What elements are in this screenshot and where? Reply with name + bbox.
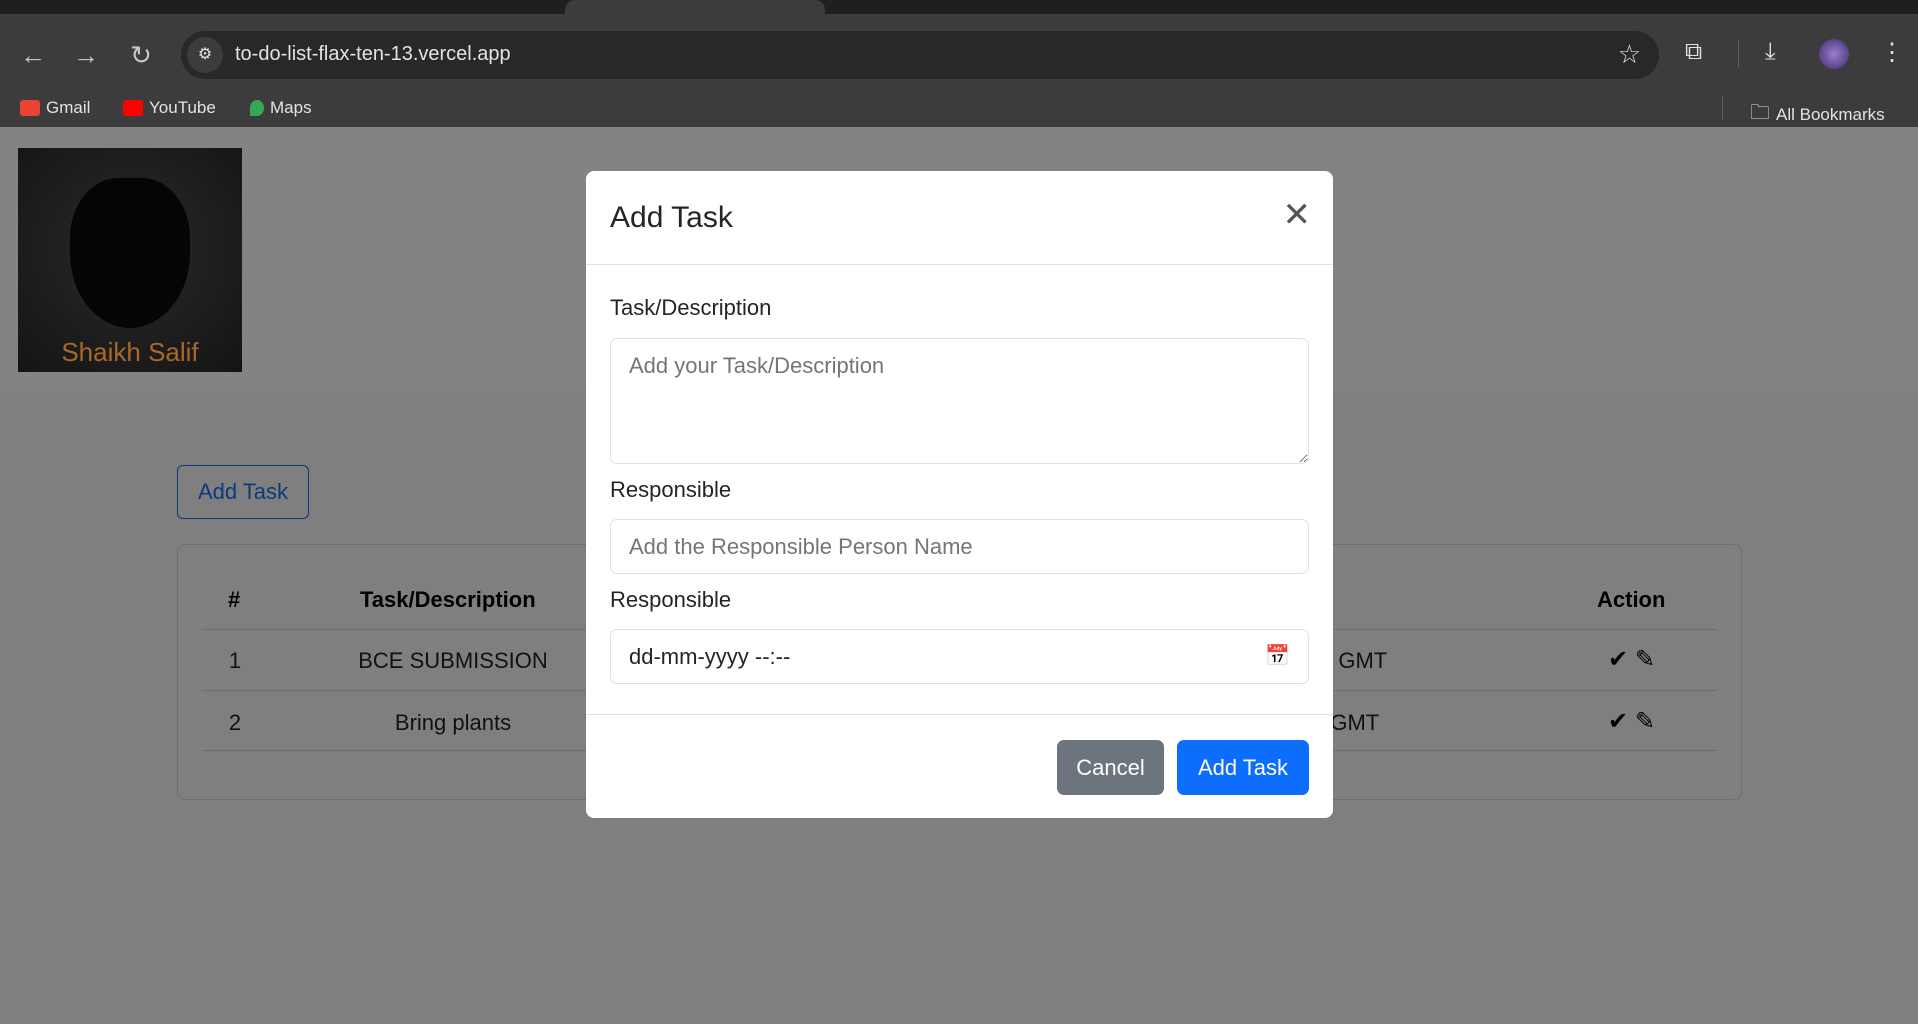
avatar[interactable] (1819, 39, 1849, 69)
divider (586, 714, 1333, 715)
add-task-button[interactable]: Add Task (177, 465, 309, 519)
row-number: 2 (228, 710, 242, 735)
edit-icon[interactable]: ✎ (1635, 645, 1655, 674)
address-bar[interactable]: ⚙ to-do-list-flax-ten-13.vercel.app ☆ (181, 31, 1659, 79)
date-input[interactable]: dd-mm-yyyy --:-- 📅 (610, 629, 1309, 684)
row-task: Bring plants (394, 710, 512, 735)
bookmark-label: All Bookmarks (1776, 105, 1885, 124)
gmail-icon (20, 100, 40, 116)
bookmark-label: YouTube (149, 98, 216, 117)
browser-toolbar: ← → ↻ ⚙ to-do-list-flax-ten-13.vercel.ap… (0, 14, 1918, 127)
row-task: BCE SUBMISSION (358, 648, 548, 673)
row-number: 1 (228, 648, 242, 673)
bookmark-label: Maps (270, 98, 312, 117)
task-description-input[interactable] (610, 338, 1309, 464)
responsible-label: Responsible (610, 477, 732, 502)
submit-add-task-button[interactable]: Add Task (1177, 740, 1309, 795)
url-text[interactable]: to-do-list-flax-ten-13.vercel.app (235, 43, 511, 66)
date-value: dd-mm-yyyy --:-- (629, 644, 791, 669)
back-icon[interactable]: ← (16, 40, 50, 71)
task-label: Task/Description (610, 295, 772, 320)
bookmark-gmail[interactable]: Gmail (20, 98, 90, 118)
download-icon[interactable]: ⤓ (1765, 38, 1776, 66)
add-task-modal: Add Task ✕ Task/Description Responsible … (586, 171, 1333, 818)
calendar-icon[interactable]: 📅 (1265, 630, 1290, 683)
date-label: Responsible (610, 587, 732, 612)
col-header-task: Task/Description (360, 587, 536, 612)
edit-icon[interactable]: ✎ (1635, 707, 1655, 736)
site-info-icon[interactable]: ⚙ (187, 37, 223, 73)
extensions-icon[interactable]: ⧉ (1685, 38, 1702, 66)
logo: Shaikh Salif (18, 148, 242, 372)
complete-check-icon[interactable]: ✔ (1608, 707, 1628, 736)
reload-icon[interactable]: ↻ (124, 40, 158, 71)
divider (1738, 40, 1739, 68)
complete-check-icon[interactable]: ✔ (1608, 645, 1628, 674)
cancel-button[interactable]: Cancel (1057, 740, 1164, 795)
close-icon[interactable]: ✕ (1283, 195, 1312, 235)
col-header-number: # (228, 587, 241, 612)
bookmark-maps[interactable]: Maps (250, 98, 312, 118)
bookmark-youtube[interactable]: YouTube (123, 98, 216, 118)
youtube-icon (123, 100, 143, 116)
responsible-input[interactable] (610, 519, 1309, 574)
forward-icon[interactable]: → (69, 40, 103, 71)
menu-icon[interactable]: ⋮ (1880, 38, 1904, 67)
bookmark-star-icon[interactable]: ☆ (1618, 39, 1641, 70)
col-header-action: Action (1597, 587, 1666, 612)
divider (1722, 96, 1723, 120)
modal-title: Add Task (610, 201, 733, 234)
bookmark-label: Gmail (46, 98, 91, 117)
divider (586, 264, 1333, 265)
maps-icon (250, 100, 264, 116)
